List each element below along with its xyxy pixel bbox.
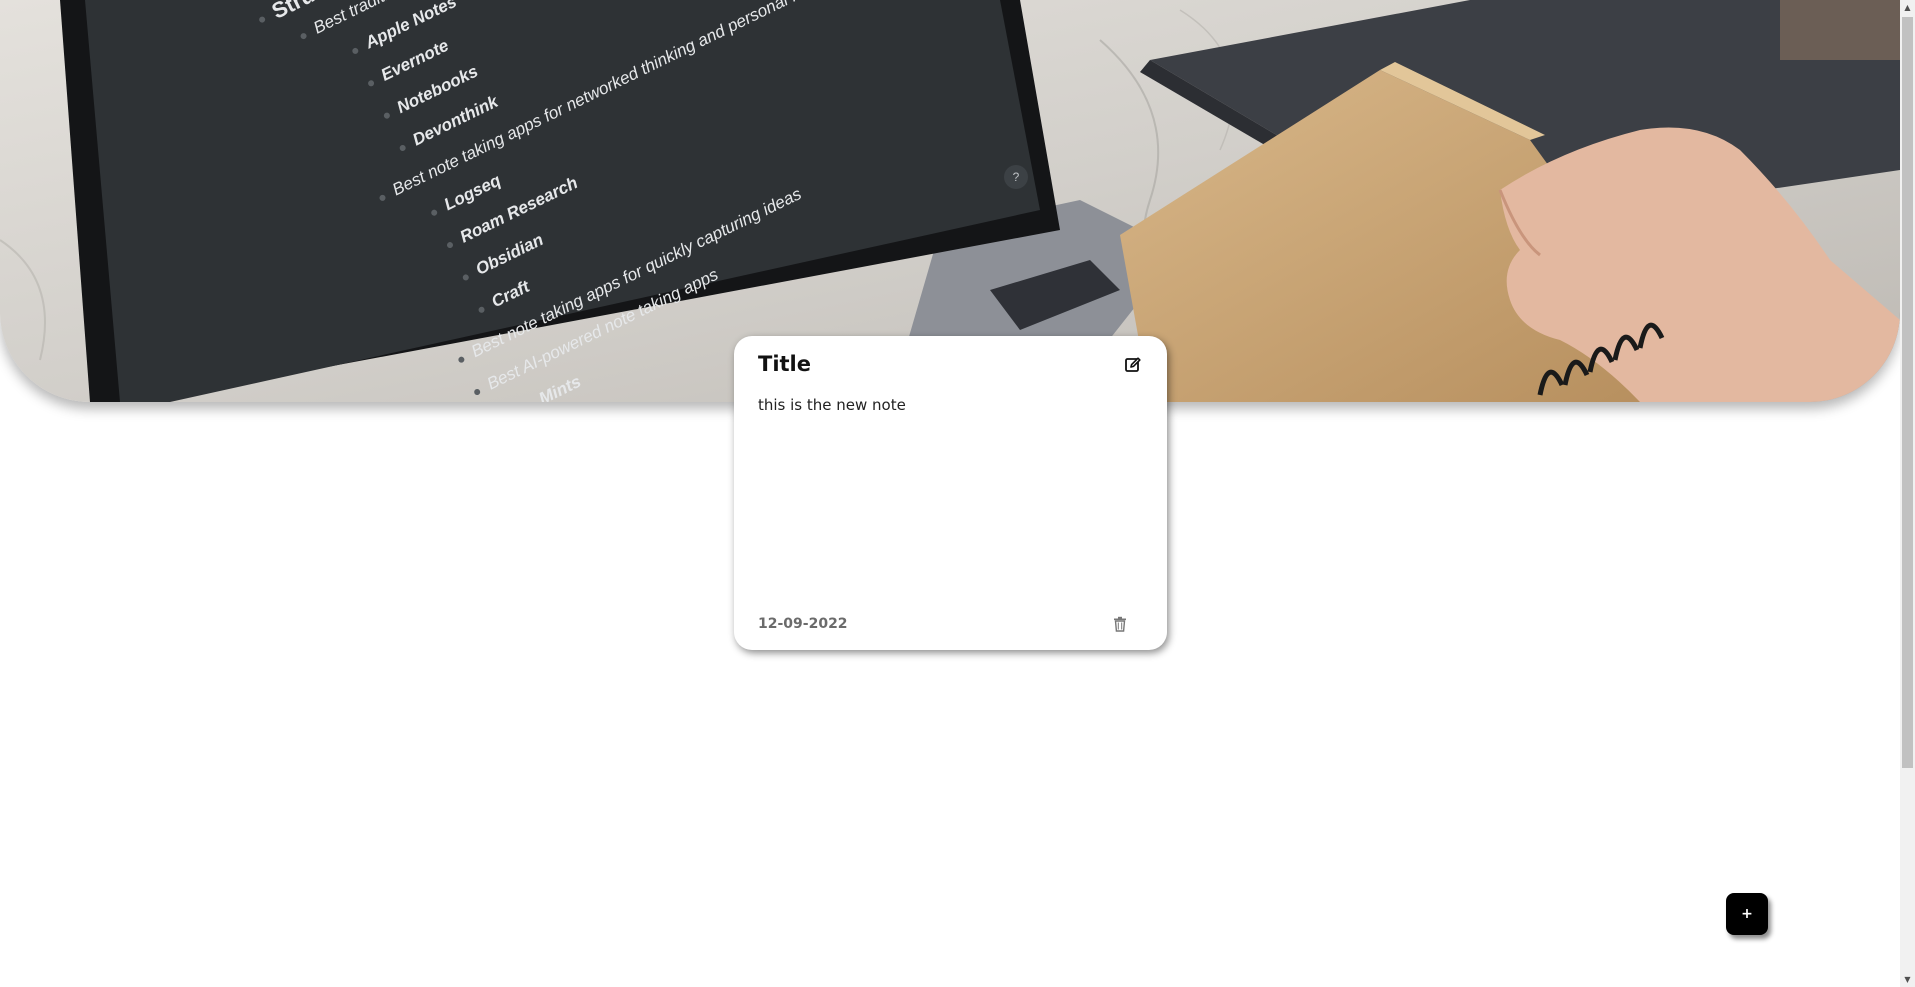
- note-date: 12-09-2022: [758, 616, 848, 632]
- scroll-thumb[interactable]: [1902, 17, 1913, 768]
- note-card: Title this is the new note 12-09-2022: [734, 336, 1167, 650]
- scroll-up-icon[interactable]: ▲: [1900, 0, 1915, 15]
- notes-app-page: link toStructure of theBest traditional …: [0, 0, 1915, 987]
- edit-icon: [1125, 357, 1141, 372]
- note-body: this is the new note: [758, 396, 906, 414]
- edit-button[interactable]: [1124, 356, 1142, 374]
- trash-icon: [1114, 616, 1126, 632]
- help-badge: ?: [1004, 165, 1028, 189]
- scroll-down-icon[interactable]: ▼: [1900, 972, 1915, 987]
- vertical-scrollbar[interactable]: ▲ ▼: [1900, 0, 1915, 987]
- delete-button[interactable]: [1113, 616, 1127, 632]
- add-note-button[interactable]: +: [1726, 893, 1768, 935]
- note-title: Title: [758, 352, 812, 376]
